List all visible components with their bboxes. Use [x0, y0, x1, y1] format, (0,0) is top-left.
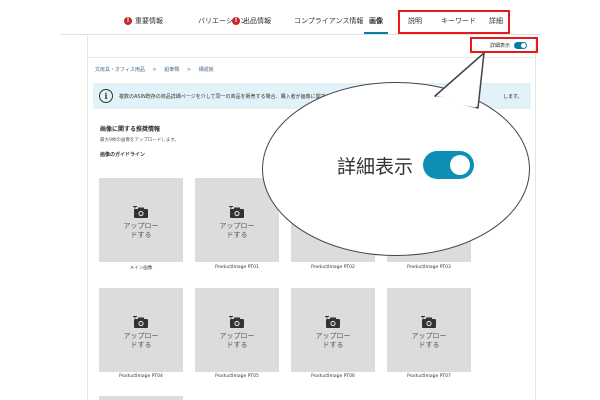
- upload-text: アップロー ドする: [219, 332, 255, 349]
- breadcrumb-separator: >: [152, 67, 157, 73]
- upload-text: アップロー ドする: [123, 332, 159, 349]
- callout-toggle-switch: [423, 151, 474, 179]
- upload-text: アップロー ドする: [219, 222, 255, 239]
- tile-label: ProductImage PT04: [119, 374, 163, 379]
- callout-detail-label: 詳細表示: [337, 156, 414, 178]
- tile-label: ProductImage PT02: [311, 265, 355, 270]
- breadcrumb: 文房具・オフィス用品 > 鉛筆類 > 構成板: [95, 66, 220, 73]
- image-guidelines-link[interactable]: 画像のガイドライン: [100, 151, 145, 158]
- tab-bar: ! 重要情報 バリエーション ! 出品情報 コンプライアンス情報 画像 説明 キーワ…: [0, 0, 600, 36]
- highlight-box-toggle: [470, 37, 538, 53]
- image-upload-tile[interactable]: アップロー ドする: [387, 288, 471, 372]
- tab-images[interactable]: 画像: [369, 14, 383, 28]
- breadcrumb-item[interactable]: 構成板: [199, 67, 214, 73]
- tile-label: ProductImage PT03: [407, 265, 451, 270]
- section-title: 画像に関する推奨情報: [100, 126, 161, 133]
- section-subtitle: 最大9枚の画像をアップロードします。: [100, 138, 179, 143]
- tab-label: コンプライアンス情報: [294, 17, 364, 25]
- tile-label: ProductImage PT01: [215, 265, 259, 270]
- tab-label: 出品情報: [243, 17, 271, 25]
- toggle-knob: [450, 155, 470, 175]
- image-upload-tile[interactable]: アップロー ドする: [291, 288, 375, 372]
- tab-compliance[interactable]: コンプライアンス情報: [294, 14, 363, 28]
- tile-label: メイン画像: [129, 266, 153, 271]
- highlight-box-tabs: [398, 10, 510, 34]
- upload-text: アップロー ドする: [411, 332, 447, 349]
- image-upload-tile[interactable]: アップロー ドする: [99, 178, 183, 262]
- tab-listing-info[interactable]: ! 出品情報: [232, 14, 271, 28]
- warning-icon: !: [124, 17, 132, 25]
- image-upload-tile[interactable]: アップロー ドする: [99, 288, 183, 372]
- tab-important-info[interactable]: ! 重要情報: [124, 14, 163, 28]
- add-camera-icon: [229, 316, 244, 328]
- image-upload-tile-partial: [99, 396, 183, 400]
- breadcrumb-separator: >: [186, 67, 192, 73]
- add-camera-icon: [229, 206, 244, 218]
- tab-label: 画像: [369, 17, 383, 25]
- breadcrumb-item[interactable]: 文房具・オフィス用品: [95, 67, 145, 73]
- tab-divider: [60, 34, 540, 35]
- add-camera-icon: [325, 316, 340, 328]
- warning-icon: !: [232, 17, 240, 25]
- info-icon: i: [99, 89, 113, 103]
- add-camera-icon: [421, 316, 436, 328]
- tab-label: 重要情報: [135, 17, 163, 25]
- add-camera-icon: [133, 316, 148, 328]
- add-camera-icon: [133, 206, 148, 218]
- breadcrumb-item[interactable]: 鉛筆類: [164, 67, 179, 73]
- notice-text-tail: します。: [503, 94, 523, 100]
- image-upload-tile[interactable]: アップロー ドする: [195, 288, 279, 372]
- upload-text: アップロー ドする: [123, 222, 159, 239]
- upload-text: アップロー ドする: [315, 332, 351, 349]
- tile-label: ProductImage PT07: [407, 374, 451, 379]
- tile-label: ProductImage PT06: [311, 374, 355, 379]
- tile-label: ProductImage PT05: [215, 374, 259, 379]
- divider: [88, 57, 534, 58]
